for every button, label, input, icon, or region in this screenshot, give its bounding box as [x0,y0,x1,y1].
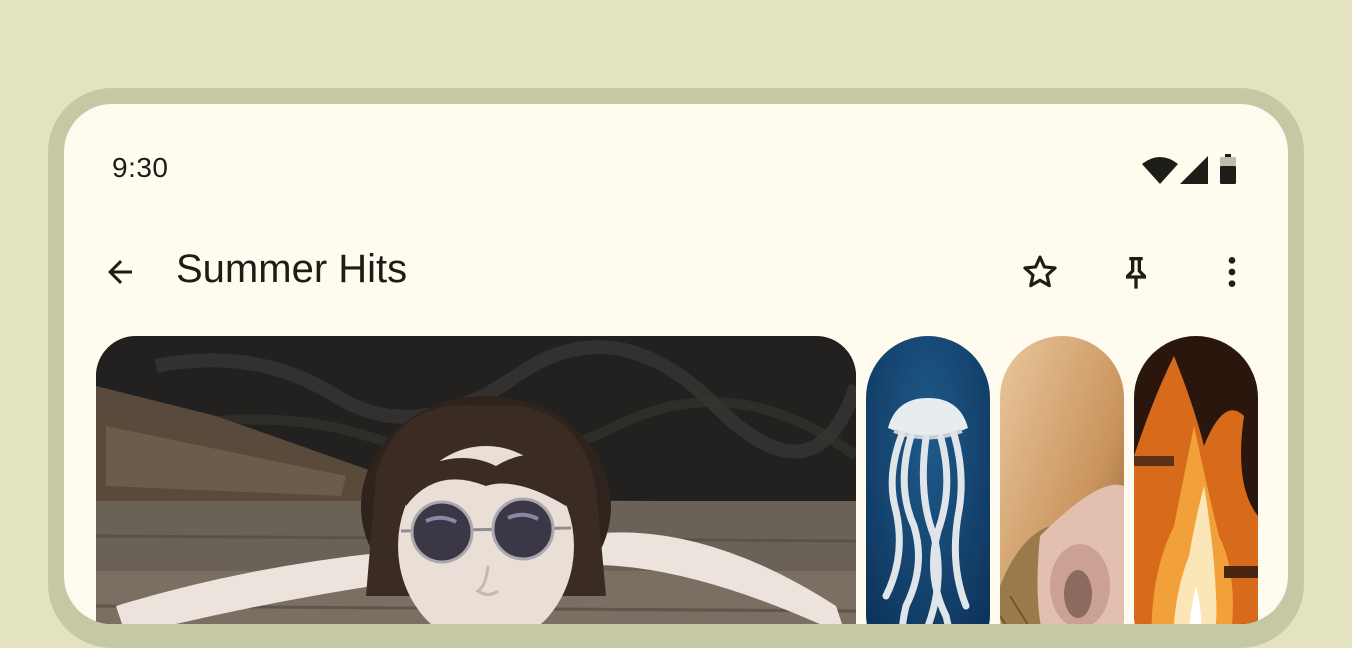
arrow-back-icon [108,260,132,284]
page-title: Summer Hits [176,247,408,291]
signal-icon [1180,156,1208,184]
star-icon [1023,255,1057,288]
back-button[interactable] [92,244,148,300]
hero-photo-person-sunglasses[interactable] [96,336,856,624]
photo-animal-nose[interactable] [1000,336,1124,624]
pin-icon [1126,257,1146,289]
pin-button[interactable] [1108,244,1164,300]
photo-fire[interactable] [1134,336,1258,624]
favorite-button[interactable] [1012,244,1068,300]
photo-jellyfish[interactable] [866,336,990,624]
phone-screen: 9:30 Summer Hits [64,104,1288,624]
status-time: 9:30 [112,152,169,183]
more-vert-icon [1228,257,1236,287]
battery-icon [1220,154,1236,184]
wifi-icon [1142,157,1178,184]
more-options-button[interactable] [1204,244,1260,300]
